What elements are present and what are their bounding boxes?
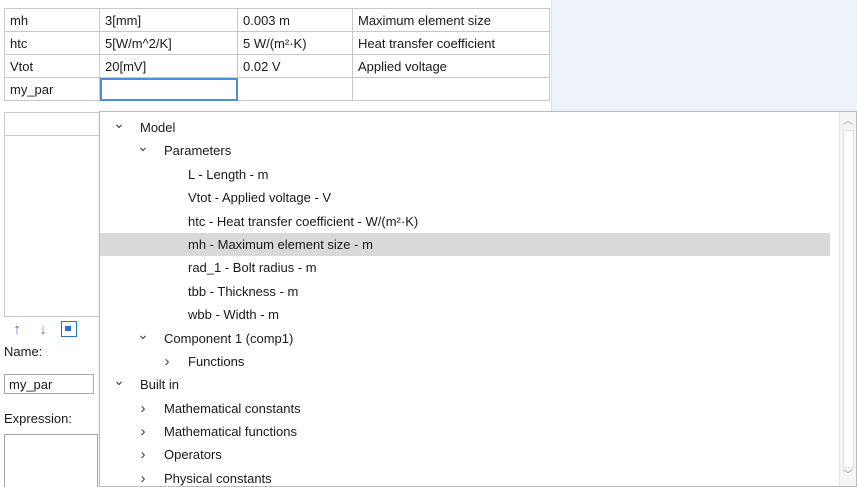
cell-value[interactable] <box>237 77 353 101</box>
cell-name[interactable]: my_par <box>4 77 100 101</box>
tree-item[interactable]: tbb - Thickness - m <box>100 280 830 303</box>
tree-item[interactable]: ⌄ Component 1 (comp1) <box>100 326 830 350</box>
chevron-right-icon[interactable]: › <box>137 467 149 486</box>
tree-item[interactable]: htc - Heat transfer coefficient - W/(m²·… <box>100 210 830 233</box>
tree-item-label: Mathematical functions <box>164 424 297 440</box>
cell-expression[interactable] <box>99 77 238 101</box>
scroll-down-icon[interactable]: ﹀ <box>840 468 856 484</box>
tree-item[interactable]: › Mathematical functions <box>100 420 830 443</box>
cell-name[interactable]: Vtot <box>4 54 100 78</box>
tree-item-label: Component 1 (comp1) <box>164 330 294 346</box>
tree-item-label: rad_1 - Bolt radius - m <box>188 260 317 276</box>
tree-item[interactable]: wbb - Width - m <box>100 303 830 326</box>
move-up-icon[interactable]: ↑ <box>9 320 25 338</box>
chevron-down-icon[interactable]: ⌄ <box>137 323 149 346</box>
tree-item[interactable]: › Physical constants <box>100 467 830 486</box>
tree-item[interactable]: › Operators <box>100 443 830 466</box>
parameters-table-body: mh 3[mm] 0.003 m Maximum element size htc 5[W… <box>4 8 550 101</box>
chevron-right-icon[interactable]: › <box>137 420 149 443</box>
tree-list: ⌄ Model ⌄ Parameters L - Length - m Vtot - Ap… <box>100 115 830 486</box>
insert-expression-icon[interactable] <box>61 320 77 338</box>
tree-item-label: Parameters <box>164 143 232 159</box>
name-field[interactable]: my_par <box>4 374 94 394</box>
tree-item-label: Mathematical constants <box>164 400 301 416</box>
cell-value[interactable]: 5 W/(m²·K) <box>237 31 353 55</box>
tree-item-label: Physical constants <box>164 470 272 486</box>
tree-item-label: wbb - Width - m <box>188 307 280 323</box>
cell-description[interactable] <box>352 77 550 101</box>
tree-item[interactable]: ⌄ Built in <box>100 372 830 396</box>
scroll-up-icon[interactable]: ︿ <box>840 114 856 130</box>
tree-item[interactable]: › Functions <box>100 350 830 373</box>
graphics-pane <box>551 0 857 112</box>
tree-item[interactable]: rad_1 - Bolt radius - m <box>100 256 830 279</box>
tree-item-label: Operators <box>164 447 222 463</box>
table-row[interactable]: my_par <box>4 77 550 101</box>
tree-item-label: Vtot - Applied voltage - V <box>188 190 332 206</box>
tree-item-label: L - Length - m <box>188 166 269 182</box>
tree-item[interactable]: L - Length - m <box>100 163 830 186</box>
cell-description[interactable]: Heat transfer coefficient <box>352 31 550 55</box>
cell-value[interactable]: 0.003 m <box>237 8 353 32</box>
cell-name[interactable]: htc <box>4 31 100 55</box>
parameter-toolbar: ↑ ↓ <box>9 320 77 338</box>
expression-label: Expression: <box>4 411 72 426</box>
cell-description[interactable]: Maximum element size <box>352 8 550 32</box>
cell-value[interactable]: 0.02 V <box>237 54 353 78</box>
table-row[interactable]: htc 5[W/m^2/K] 5 W/(m²·K) Heat transfer coe… <box>4 31 550 55</box>
name-label: Name: <box>4 344 43 359</box>
chevron-right-icon[interactable]: › <box>137 443 149 466</box>
parameter-picker-dropdown[interactable]: ⌄ Model ⌄ Parameters L - Length - m Vtot - Ap… <box>99 111 857 487</box>
tree-item-label: tbb - Thickness - m <box>188 283 299 299</box>
vertical-scrollbar[interactable]: ︿ ﹀ <box>839 112 856 486</box>
cell-description[interactable]: Applied voltage <box>352 54 550 78</box>
chevron-right-icon[interactable]: › <box>137 397 149 420</box>
parameters-table-lower-area <box>4 112 101 317</box>
chevron-right-icon[interactable]: › <box>161 350 173 373</box>
cell-name[interactable]: mh <box>4 8 100 32</box>
tree-item-label: Built in <box>140 377 180 393</box>
chevron-down-icon[interactable]: ⌄ <box>137 135 149 158</box>
table-row[interactable]: mh 3[mm] 0.003 m Maximum element size <box>4 8 550 32</box>
tree-item-label: htc - Heat transfer coefficient - W/(m²·… <box>188 213 419 229</box>
tree-item[interactable]: mh - Maximum element size - m <box>100 232 830 257</box>
empty-row[interactable] <box>5 112 100 136</box>
parameters-table: mh 3[mm] 0.003 m Maximum element size htc 5[W… <box>4 8 550 101</box>
tree-item[interactable]: ⌄ Parameters <box>100 138 830 162</box>
tree-item-label: Functions <box>188 353 245 369</box>
tree-item[interactable]: › Mathematical constants <box>100 397 830 420</box>
cell-expression[interactable]: 5[W/m^2/K] <box>99 31 238 55</box>
chevron-down-icon[interactable]: ⌄ <box>113 112 125 135</box>
scroll-thumb[interactable] <box>843 130 854 468</box>
table-row[interactable]: Vtot 20[mV] 0.02 V Applied voltage <box>4 54 550 78</box>
tree-item-label: mh - Maximum element size - m <box>188 236 373 252</box>
tree-item[interactable]: Vtot - Applied voltage - V <box>100 186 830 209</box>
cell-expression[interactable]: 3[mm] <box>99 8 238 32</box>
chevron-down-icon[interactable]: ⌄ <box>113 369 125 392</box>
expression-field[interactable] <box>4 434 98 487</box>
tree-item[interactable]: ⌄ Model <box>100 115 830 139</box>
cell-expression[interactable]: 20[mV] <box>99 54 238 78</box>
move-down-icon[interactable]: ↓ <box>35 320 51 338</box>
